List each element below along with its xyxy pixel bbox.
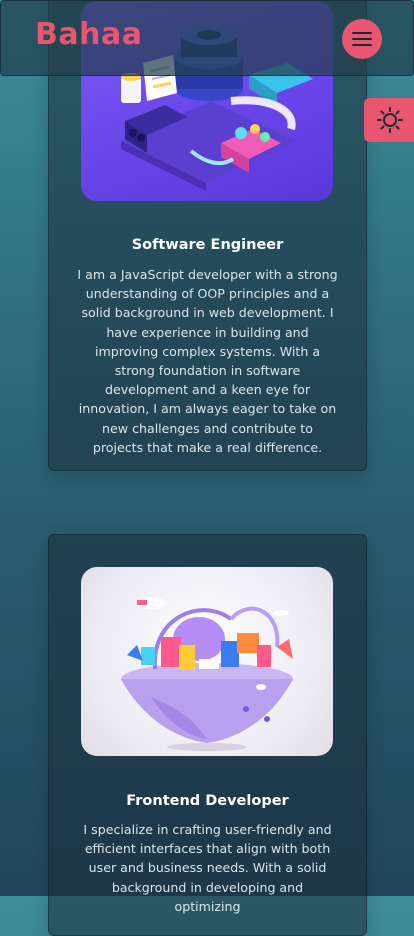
hamburger-icon-line bbox=[352, 38, 372, 41]
site-header: Bahaa bbox=[0, 0, 414, 76]
site-logo[interactable]: Bahaa bbox=[35, 17, 142, 52]
sun-icon bbox=[377, 107, 403, 133]
hamburger-icon-line bbox=[352, 32, 372, 35]
theme-toggle-button[interactable] bbox=[364, 98, 414, 142]
service-card-frontend-developer: Frontend Developer I specialize in craft… bbox=[48, 534, 367, 936]
hamburger-icon-line bbox=[352, 44, 372, 47]
card-description: I specialize in crafting user-friendly a… bbox=[83, 822, 332, 914]
card-description: I am a JavaScript developer with a stron… bbox=[77, 267, 338, 455]
card-title: Frontend Developer bbox=[126, 793, 289, 809]
frontend-developer-illustration bbox=[81, 567, 333, 756]
menu-button[interactable] bbox=[342, 19, 382, 59]
card-title: Software Engineer bbox=[131, 237, 284, 253]
